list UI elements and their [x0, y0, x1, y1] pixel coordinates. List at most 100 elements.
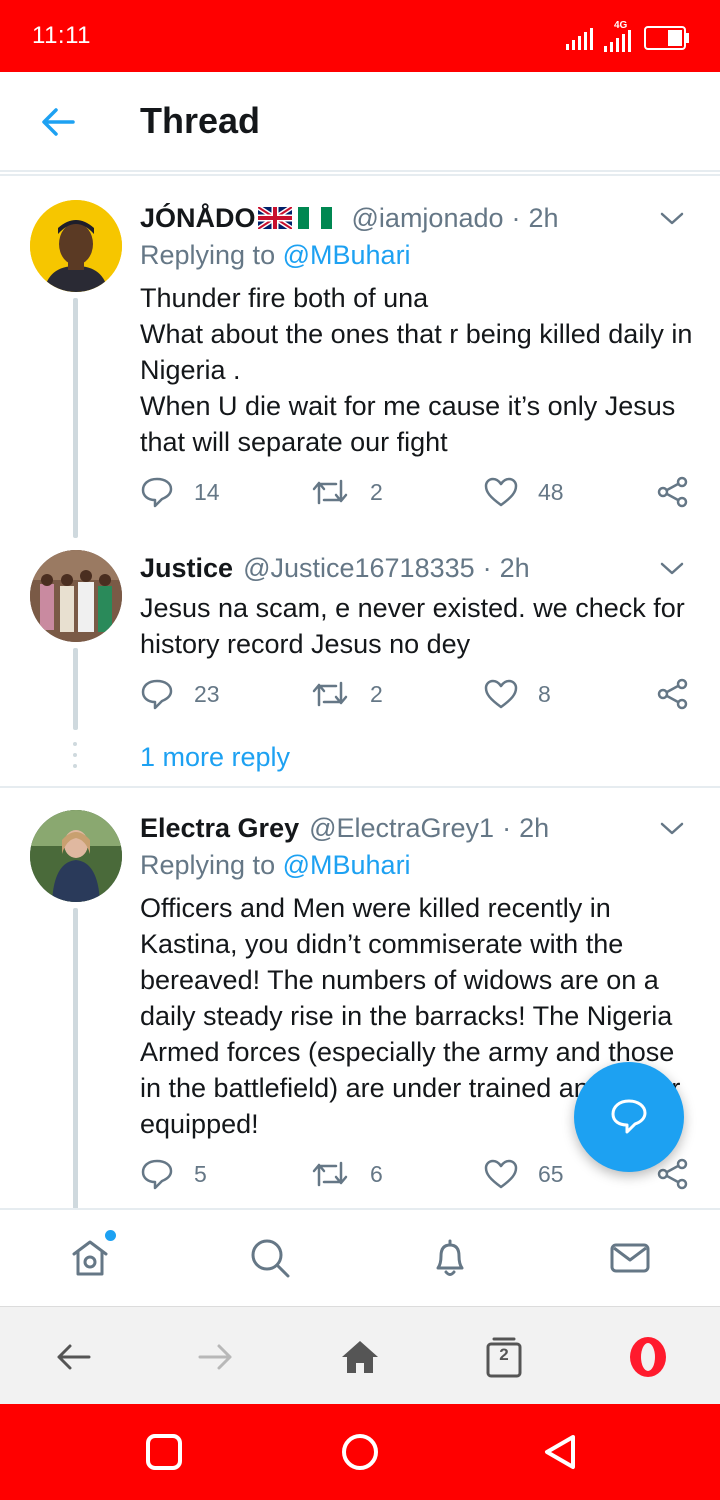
reply-count: 23 — [194, 680, 220, 707]
reply-button[interactable]: 5 — [140, 1154, 207, 1194]
tweet-time: 2h — [528, 202, 559, 233]
system-navigation — [0, 1404, 720, 1500]
author-handle[interactable]: @Justice16718335 — [243, 553, 475, 584]
battery-icon — [644, 26, 689, 50]
system-back-button[interactable] — [538, 1430, 582, 1474]
home-circle-icon — [342, 1434, 378, 1470]
thread-connector — [73, 908, 78, 1208]
browser-forward-button[interactable] — [190, 1331, 242, 1383]
tweet-menu-button[interactable] — [652, 204, 692, 234]
tweet-line: Thunder fire both of una — [140, 283, 429, 313]
mail-icon — [610, 1243, 650, 1273]
reply-bubble-icon — [611, 1099, 647, 1134]
like-button[interactable]: 65 — [484, 1154, 564, 1194]
author-name[interactable]: Electra Grey — [140, 813, 299, 844]
back-button[interactable] — [30, 98, 86, 146]
reply-count: 14 — [194, 478, 220, 505]
separator-dot: · — [502, 812, 512, 843]
opera-menu-button[interactable] — [622, 1331, 674, 1383]
mention-link[interactable]: @MBuhari — [283, 850, 411, 880]
avatar[interactable] — [30, 550, 122, 642]
home-icon — [72, 1240, 108, 1276]
tweet[interactable]: JÓNÅDO @iamjonado · 2h Replying to @MBuh… — [0, 200, 720, 538]
share-button[interactable] — [656, 472, 690, 512]
thread-header: Thread — [0, 72, 720, 172]
retweet-icon — [312, 479, 348, 505]
author-name[interactable]: Justice — [140, 553, 233, 584]
more-replies-link[interactable]: 1 more reply — [140, 742, 290, 773]
reply-button[interactable]: 23 — [140, 674, 220, 714]
tweet-header: Electra Grey @ElectraGrey1 · 2h — [140, 810, 660, 846]
retweet-count: 2 — [370, 478, 383, 505]
browser-home-button[interactable] — [334, 1331, 386, 1383]
author-handle[interactable]: @ElectraGrey1 — [309, 813, 494, 844]
retweet-button[interactable]: 6 — [310, 1154, 383, 1194]
system-home-button[interactable] — [338, 1430, 382, 1474]
opera-icon — [630, 1337, 666, 1377]
tweet-actions: 14 2 48 — [140, 472, 700, 512]
retweet-button[interactable]: 2 — [310, 674, 383, 714]
tweet[interactable]: Justice @Justice16718335 · 2h Jesus na s… — [0, 550, 720, 750]
browser-tabs-button[interactable]: 2 — [478, 1331, 530, 1383]
like-button[interactable]: 48 — [484, 472, 564, 512]
thread-dots — [73, 742, 78, 775]
retweet-button[interactable]: 2 — [310, 472, 383, 512]
replying-to: Replying to @MBuhari — [140, 240, 411, 271]
bell-icon — [436, 1239, 464, 1276]
back-triangle-icon — [545, 1435, 575, 1469]
nav-search[interactable] — [240, 1228, 300, 1288]
retweet-icon — [312, 681, 348, 707]
tweet-text: Thunder fire both of una What about the … — [140, 280, 696, 460]
thread-connector — [73, 648, 78, 730]
browser-toolbar: 2 — [0, 1306, 720, 1404]
status-indicators: 4G — [566, 20, 690, 52]
replying-prefix: Replying to — [140, 240, 276, 270]
tweet-text: Jesus na scam, e never existed. we check… — [140, 590, 696, 662]
flags — [257, 207, 332, 229]
chevron-down-icon — [660, 822, 684, 835]
tweet-menu-button[interactable] — [652, 554, 692, 584]
replying-prefix: Replying to — [140, 850, 276, 880]
tweet-menu-button[interactable] — [652, 814, 692, 844]
status-bar: 11:11 4G — [0, 0, 720, 72]
page-title: Thread — [140, 100, 261, 141]
like-count: 65 — [538, 1160, 564, 1187]
tweet-line: Jesus na scam, e never existed. we check… — [140, 593, 685, 659]
like-button[interactable]: 8 — [484, 674, 551, 714]
reply-icon — [141, 679, 173, 710]
nav-notifications[interactable] — [420, 1228, 480, 1288]
status-time: 11:11 — [32, 22, 91, 49]
compose-reply-button[interactable] — [574, 1062, 684, 1172]
tweet-time: 2h — [499, 552, 530, 583]
thread-feed[interactable]: JÓNÅDO @iamjonado · 2h Replying to @MBuh… — [0, 174, 720, 1208]
retweet-icon — [312, 1161, 348, 1187]
thread-connector — [73, 298, 78, 538]
chevron-down-icon — [660, 562, 684, 575]
divider — [0, 174, 720, 176]
tweet-header: JÓNÅDO @iamjonado · 2h — [140, 200, 660, 236]
recent-apps-icon — [146, 1434, 182, 1470]
avatar[interactable] — [30, 200, 122, 292]
signal-icon — [566, 28, 593, 50]
mention-link[interactable]: @MBuhari — [283, 240, 411, 270]
tweet-line: When U die wait for me cause it’s only J… — [140, 391, 676, 457]
replying-to: Replying to @MBuhari — [140, 850, 411, 881]
bottom-navigation — [0, 1208, 720, 1306]
reply-count: 5 — [194, 1160, 207, 1187]
recent-apps-button[interactable] — [142, 1430, 186, 1474]
avatar[interactable] — [30, 810, 122, 902]
nigeria-flag-icon — [297, 207, 332, 229]
nav-messages[interactable] — [600, 1228, 660, 1288]
author-name[interactable]: JÓNÅDO — [140, 203, 256, 234]
tab-count: 2 — [499, 1345, 509, 1364]
notification-dot — [105, 1230, 116, 1241]
browser-back-button[interactable] — [47, 1331, 99, 1383]
share-icon — [657, 476, 688, 508]
separator-dot: · — [482, 552, 492, 583]
author-handle[interactable]: @iamjonado — [352, 203, 504, 234]
share-button[interactable] — [656, 674, 690, 714]
search-icon — [251, 1239, 290, 1278]
reply-button[interactable]: 14 — [140, 472, 220, 512]
retweet-count: 6 — [370, 1160, 383, 1187]
nav-home[interactable] — [60, 1228, 120, 1288]
